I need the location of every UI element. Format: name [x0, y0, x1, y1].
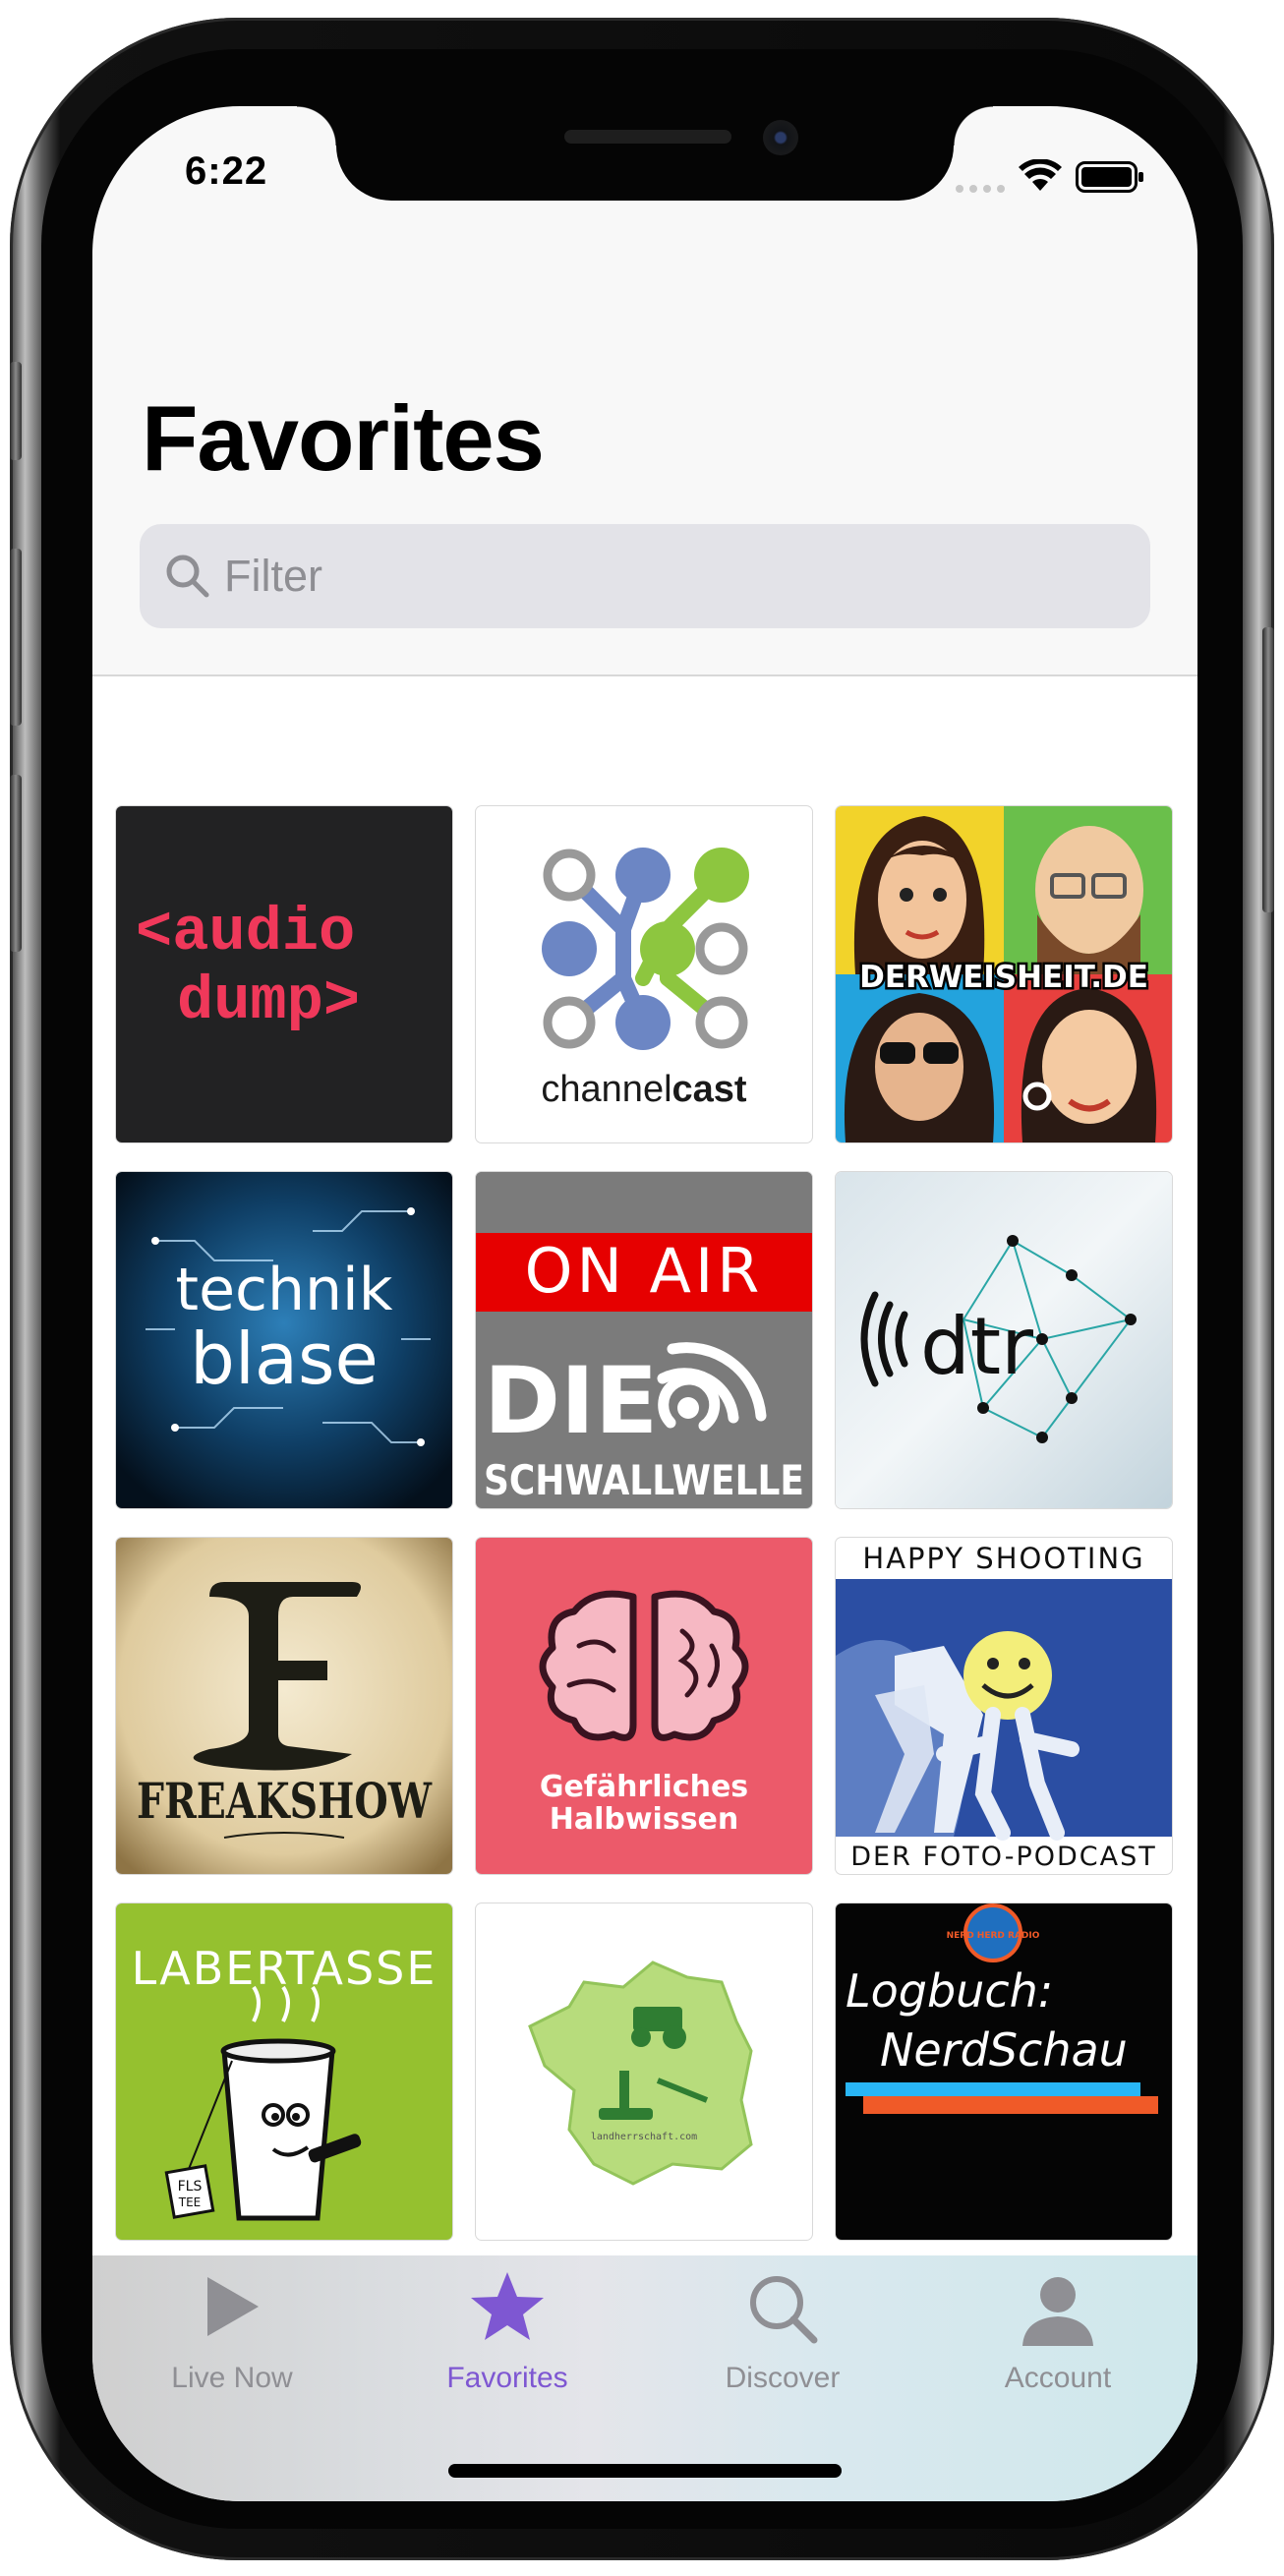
- tab-label-account: Account: [1004, 2362, 1112, 2394]
- channelcast-text-a: channel: [541, 1069, 671, 1110]
- search-input[interactable]: [224, 524, 1109, 628]
- tab-discover[interactable]: Discover: [674, 2255, 891, 2413]
- screen: 6:22 Favorites <audio dump>: [92, 106, 1197, 2501]
- audiodump-line2: dump>: [177, 966, 360, 1036]
- freakshow-title: FREAKSHOW: [137, 1772, 433, 1830]
- power-button: [1262, 627, 1274, 912]
- labertasse-artwork: LABERTASSE FLS TEE: [132, 1942, 435, 2221]
- volume-up-button: [10, 549, 22, 726]
- home-indicator[interactable]: [448, 2464, 842, 2478]
- volume-down-button: [10, 775, 22, 952]
- halbwissen-line2: Halbwissen: [550, 1802, 739, 1837]
- earpiece-speaker: [564, 130, 731, 144]
- dtr-title: dtr: [920, 1301, 1033, 1392]
- page-title: Favorites: [142, 386, 545, 490]
- happy-shooting-top: HAPPY SHOOTING: [862, 1542, 1144, 1575]
- podcast-tile-channelcast[interactable]: channelcast: [476, 806, 812, 1142]
- logbuch-line1: Logbuch:: [846, 1964, 1053, 2018]
- front-camera: [763, 120, 798, 155]
- podcast-grid: <audio dump> channelcast DERWEISHEIT.DE …: [92, 676, 1197, 2257]
- signal-icon: [956, 185, 1005, 193]
- tab-favorites[interactable]: Favorites: [399, 2255, 615, 2413]
- tab-account[interactable]: Account: [950, 2255, 1166, 2413]
- status-time: 6:22: [185, 149, 268, 193]
- happy-shooting-artwork: HAPPY SHOOTING DER FOTO-PODCAST: [836, 1542, 1172, 1872]
- halbwissen-artwork: Gefährliches Halbwissen: [539, 1590, 749, 1837]
- landherrschaft-artwork: landherrschaft.com: [528, 1961, 753, 2186]
- play-icon: [207, 2277, 259, 2336]
- logbuch-artwork: NERD HERD RADIO Logbuch: NerdSchau: [846, 1903, 1158, 2114]
- wifi-icon: [1019, 159, 1062, 191]
- podcast-tile-freakshow[interactable]: FREAKSHOW: [116, 1538, 452, 1874]
- technikblase-line1: technik: [176, 1256, 393, 1324]
- magnifier-icon: [750, 2276, 818, 2344]
- star-icon: [471, 2272, 544, 2340]
- battery-icon: [1076, 161, 1143, 193]
- halbwissen-line1: Gefährliches: [540, 1770, 748, 1804]
- schwallwelle-line2: SCHWALLWELLE: [484, 1456, 804, 1504]
- derweisheit-artwork: DERWEISHEIT.DE: [836, 806, 1172, 1142]
- podcast-tile-landherrschaft[interactable]: landherrschaft.com: [476, 1903, 812, 2240]
- podcast-tile-logbuch-nerdschau[interactable]: NERD HERD RADIO Logbuch: NerdSchau: [836, 1903, 1172, 2240]
- schwallwelle-on-air: ON AIR: [525, 1235, 764, 1307]
- technikblase-line2: blase: [190, 1317, 379, 1400]
- podcast-tile-schwallwelle[interactable]: ON AIR DIE SCHWALLWELLE: [476, 1172, 812, 1508]
- labertasse-tag: FLS: [178, 2179, 203, 2195]
- notch: [297, 106, 993, 201]
- nerdherd-badge: NERD HERD RADIO: [947, 1931, 1040, 1941]
- tab-live-now[interactable]: Live Now: [124, 2255, 340, 2413]
- search-icon: [166, 555, 209, 598]
- tab-label-discover: Discover: [725, 2362, 841, 2394]
- tab-label-favorites: Favorites: [446, 2362, 568, 2394]
- labertasse-tag2: TEE: [178, 2195, 202, 2209]
- silent-switch: [10, 362, 22, 460]
- channelcast-artwork: channelcast: [541, 848, 749, 1110]
- channelcast-text-b: cast: [672, 1069, 747, 1110]
- schwallwelle-line1: DIE: [484, 1348, 658, 1455]
- podcast-tile-halbwissen[interactable]: Gefährliches Halbwissen: [476, 1538, 812, 1874]
- derweisheit-title: DERWEISHEIT.DE: [859, 960, 1148, 995]
- person-icon: [1022, 2277, 1093, 2346]
- landherrschaft-url: landherrschaft.com: [591, 2132, 697, 2142]
- freakshow-artwork: FREAKSHOW: [116, 1538, 452, 1874]
- podcast-tile-happy-shooting[interactable]: HAPPY SHOOTING DER FOTO-PODCAST: [836, 1538, 1172, 1874]
- podcast-tile-derweisheit[interactable]: DERWEISHEIT.DE: [836, 806, 1172, 1142]
- audiodump-line1: <audio: [136, 898, 355, 967]
- technikblase-artwork: technik blase: [116, 1172, 452, 1508]
- tab-label-live-now: Live Now: [171, 2362, 293, 2394]
- podcast-tile-labertasse[interactable]: LABERTASSE FLS TEE: [116, 1903, 452, 2240]
- svg-text:channelcast: channelcast: [541, 1069, 747, 1110]
- happy-shooting-bottom: DER FOTO-PODCAST: [850, 1842, 1157, 1872]
- search-bar[interactable]: [140, 524, 1150, 628]
- podcast-tile-dtr[interactable]: dtr: [836, 1172, 1172, 1508]
- schwallwelle-artwork: ON AIR DIE SCHWALLWELLE: [476, 1172, 812, 1504]
- podcast-tile-audiodump[interactable]: <audio dump>: [116, 806, 452, 1142]
- podcast-tile-technikblase[interactable]: technik blase: [116, 1172, 452, 1508]
- logbuch-line2: NerdSchau: [880, 2023, 1128, 2077]
- dtr-artwork: dtr: [836, 1172, 1172, 1508]
- audiodump-artwork: <audio dump>: [136, 898, 360, 1036]
